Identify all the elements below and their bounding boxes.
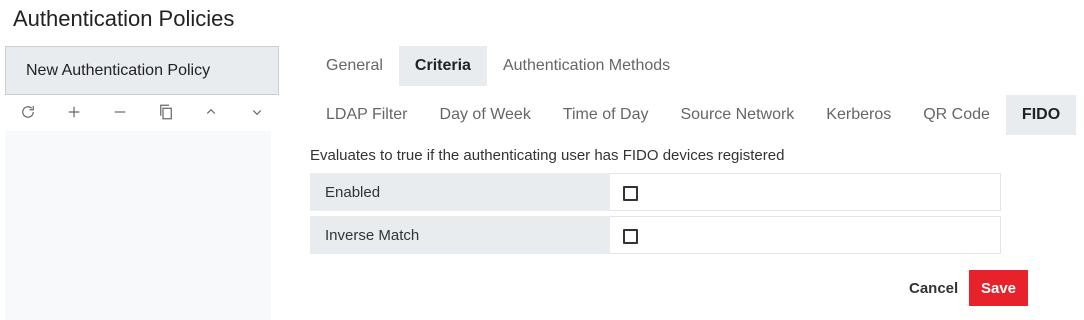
copy-icon[interactable]	[151, 97, 181, 127]
tab-criteria[interactable]: Criteria	[398, 46, 487, 86]
tab-authentication-methods[interactable]: Authentication Methods	[487, 46, 686, 86]
tab-fido[interactable]: FIDO	[1005, 95, 1077, 135]
inverse-match-row: Inverse Match	[310, 216, 1001, 254]
criteria-tabs: LDAP Filter Day of Week Time of Day Sour…	[310, 95, 1077, 135]
cancel-button[interactable]: Cancel	[898, 270, 969, 306]
tab-general[interactable]: General	[310, 46, 399, 86]
criteria-description: Evaluates to true if the authenticating …	[310, 147, 785, 164]
tab-time-of-day[interactable]: Time of Day	[547, 95, 665, 135]
tab-kerberos[interactable]: Kerberos	[810, 95, 907, 135]
inverse-match-label: Inverse Match	[310, 216, 610, 254]
chevron-up-icon[interactable]	[196, 97, 226, 127]
page-title: Authentication Policies	[13, 6, 235, 31]
refresh-icon[interactable]	[13, 97, 43, 127]
policy-list-item[interactable]: New Authentication Policy	[5, 46, 279, 95]
top-tabs: General Criteria Authentication Methods	[310, 46, 686, 86]
tab-ldap-filter[interactable]: LDAP Filter	[310, 95, 424, 135]
minus-icon[interactable]	[105, 97, 135, 127]
plus-icon[interactable]	[59, 97, 89, 127]
save-button[interactable]: Save	[969, 270, 1028, 306]
policy-toolbar	[5, 97, 279, 127]
enabled-value-cell	[610, 173, 1001, 211]
tab-source-network[interactable]: Source Network	[664, 95, 810, 135]
tab-day-of-week[interactable]: Day of Week	[424, 95, 547, 135]
inverse-match-checkbox[interactable]	[623, 229, 638, 244]
policy-list	[5, 131, 271, 320]
inverse-match-value-cell	[610, 216, 1001, 254]
chevron-down-icon[interactable]	[242, 97, 272, 127]
enabled-checkbox[interactable]	[623, 186, 638, 201]
enabled-row: Enabled	[310, 173, 1001, 211]
tab-qr-code[interactable]: QR Code	[907, 95, 1006, 135]
enabled-label: Enabled	[310, 173, 610, 211]
